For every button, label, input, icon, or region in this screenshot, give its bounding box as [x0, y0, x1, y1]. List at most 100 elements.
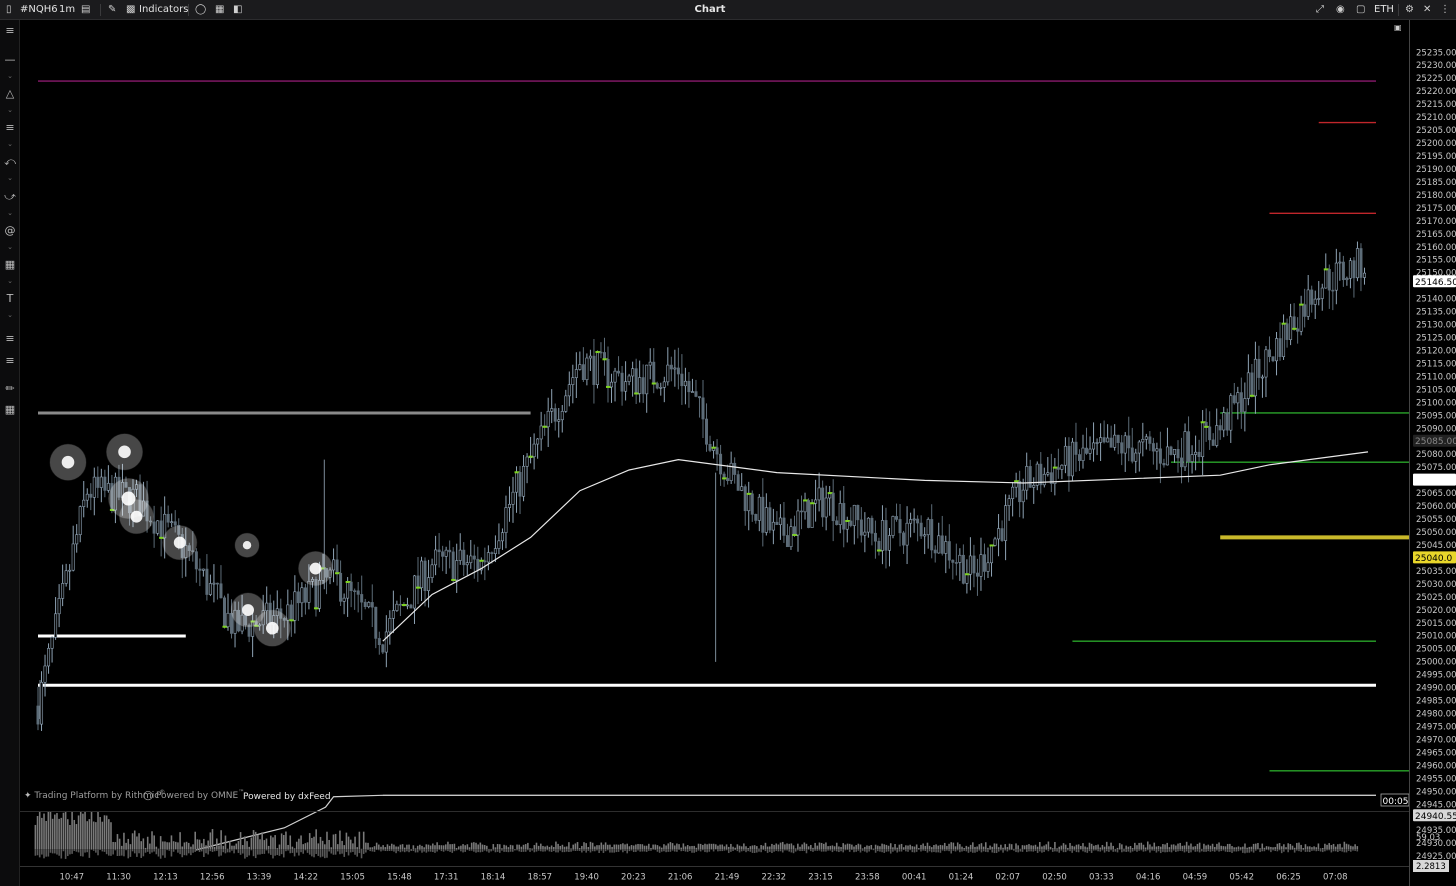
price-axis[interactable]: 25235.00 25230.00 25225.00 25220.00 25215.00…: [1409, 20, 1456, 886]
volume-bar: [637, 843, 639, 850]
volume-bar: [777, 844, 780, 850]
volume-bar: [1088, 842, 1091, 850]
short-position-icon[interactable]: ≡: [0, 354, 20, 368]
volume-bar: [1291, 845, 1294, 850]
volume-pane[interactable]: [20, 811, 1409, 866]
volume-bar: [233, 849, 235, 854]
candle-body: [821, 487, 825, 518]
doc-icon[interactable]: ▢: [1356, 0, 1365, 20]
timeframe-selector[interactable]: 1m: [59, 0, 75, 20]
candle-body: [1229, 395, 1233, 431]
volume-bar: [1285, 847, 1287, 850]
volume-bar: [1261, 843, 1264, 850]
volume-bar: [477, 849, 479, 853]
delete-drawings-icon[interactable]: ▦: [0, 403, 20, 417]
panel-toggle-icon[interactable]: ◧: [233, 0, 242, 20]
chevron-down-icon[interactable]: ⌄: [0, 311, 20, 319]
volume-bar: [851, 844, 853, 850]
time-tick-label: 18:14: [481, 872, 506, 882]
time-axis[interactable]: 10:47 11:30 12:13 12:56 13:39 14:22 15:05 15:48…: [20, 866, 1409, 886]
candle-body: [842, 503, 846, 530]
chevron-down-icon[interactable]: ⌄: [0, 243, 20, 251]
camera-icon[interactable]: ◉: [1336, 0, 1345, 20]
volume-bar: [496, 849, 499, 852]
indicators-icon[interactable]: ▩: [126, 0, 135, 20]
at-tool-icon[interactable]: @: [0, 224, 20, 238]
pattern-tool-icon[interactable]: ⤺: [0, 155, 20, 169]
volume-bar: [1114, 849, 1117, 852]
volume-bar: [254, 831, 257, 850]
indicators-button[interactable]: Indicators: [139, 0, 188, 20]
volume-bar: [1324, 843, 1326, 850]
line-tool-icon[interactable]: —: [0, 53, 20, 67]
chevron-down-icon[interactable]: ⌄: [0, 140, 20, 148]
volume-bar: [216, 849, 218, 851]
symbol-selector[interactable]: #NQH6: [20, 0, 58, 20]
pencil-icon[interactable]: ✎: [108, 0, 116, 20]
volume-bar: [548, 846, 551, 850]
fib-tool-icon[interactable]: ≡: [0, 121, 20, 135]
ruler-icon[interactable]: ✏: [0, 382, 20, 396]
text-tool-icon[interactable]: T: [0, 292, 20, 306]
price-chart[interactable]: 00:05: [20, 20, 1409, 866]
axis-settings-icon[interactable]: ▣: [1394, 18, 1402, 38]
volume-bar: [1134, 842, 1136, 850]
more-icon[interactable]: ⋮: [1440, 0, 1450, 20]
candle-body: [536, 438, 540, 445]
volume-bar: [1164, 849, 1166, 853]
volume-bar: [421, 849, 423, 853]
collapse-icon[interactable]: ⤢: [1316, 0, 1324, 20]
chevron-down-icon[interactable]: ⌄: [0, 277, 20, 285]
volume-bar: [1296, 849, 1298, 851]
candle-body: [1303, 304, 1307, 317]
candle-body: [346, 581, 350, 599]
time-tick-label: 19:40: [574, 872, 599, 882]
volume-bar: [483, 849, 486, 851]
price-tick-label: 25000.00: [1416, 658, 1456, 668]
layout-icon[interactable]: ▦: [215, 0, 224, 20]
volume-bar: [401, 849, 404, 852]
volume-bar: [781, 849, 784, 853]
volume-bar: [149, 843, 151, 850]
window-icon[interactable]: ▯: [6, 0, 12, 20]
chevron-down-icon[interactable]: ⌄: [0, 209, 20, 217]
volume-bar: [507, 849, 510, 853]
volume-bar: [1166, 842, 1169, 850]
candle-body: [448, 549, 452, 553]
volume-bar: [1190, 849, 1192, 853]
close-icon[interactable]: ✕: [1423, 0, 1431, 20]
volume-bar: [486, 849, 488, 852]
volume-bar: [967, 849, 970, 853]
candle-body: [293, 591, 297, 621]
chart-style-icon[interactable]: ▤: [81, 0, 90, 20]
candle-body: [838, 503, 842, 525]
candle-body: [78, 506, 82, 535]
volume-bar: [194, 849, 197, 852]
cursor-tool-icon[interactable]: ≡: [0, 24, 20, 38]
volume-bar: [272, 849, 274, 859]
long-position-icon[interactable]: ≡: [0, 332, 20, 346]
brush-tool-icon[interactable]: ⤻: [0, 190, 20, 204]
volume-bar: [639, 849, 641, 852]
volume-bar: [792, 845, 795, 850]
chevron-down-icon[interactable]: ⌄: [0, 106, 20, 114]
volume-bar: [1209, 849, 1212, 852]
volume-bar: [464, 849, 467, 852]
triangle-tool-icon[interactable]: △: [0, 87, 20, 101]
candle-body: [856, 504, 860, 521]
time-tick-label: 12:56: [200, 872, 225, 882]
candle-body: [750, 493, 754, 515]
shapes-tool-icon[interactable]: ▦: [0, 258, 20, 272]
volume-bar: [1015, 849, 1017, 853]
gear-icon[interactable]: ⚙: [1405, 0, 1414, 20]
chevron-down-icon[interactable]: ⌄: [0, 72, 20, 80]
session-selector[interactable]: ETH: [1374, 0, 1394, 20]
template-icon[interactable]: ◯: [195, 0, 206, 20]
volume-bar: [583, 842, 585, 850]
chevron-down-icon[interactable]: ⌄: [0, 174, 20, 182]
volume-bar: [49, 849, 52, 853]
volume-bar: [630, 844, 633, 850]
candle-body: [687, 380, 691, 393]
candle-body: [1355, 248, 1359, 279]
candle-body: [560, 411, 564, 421]
